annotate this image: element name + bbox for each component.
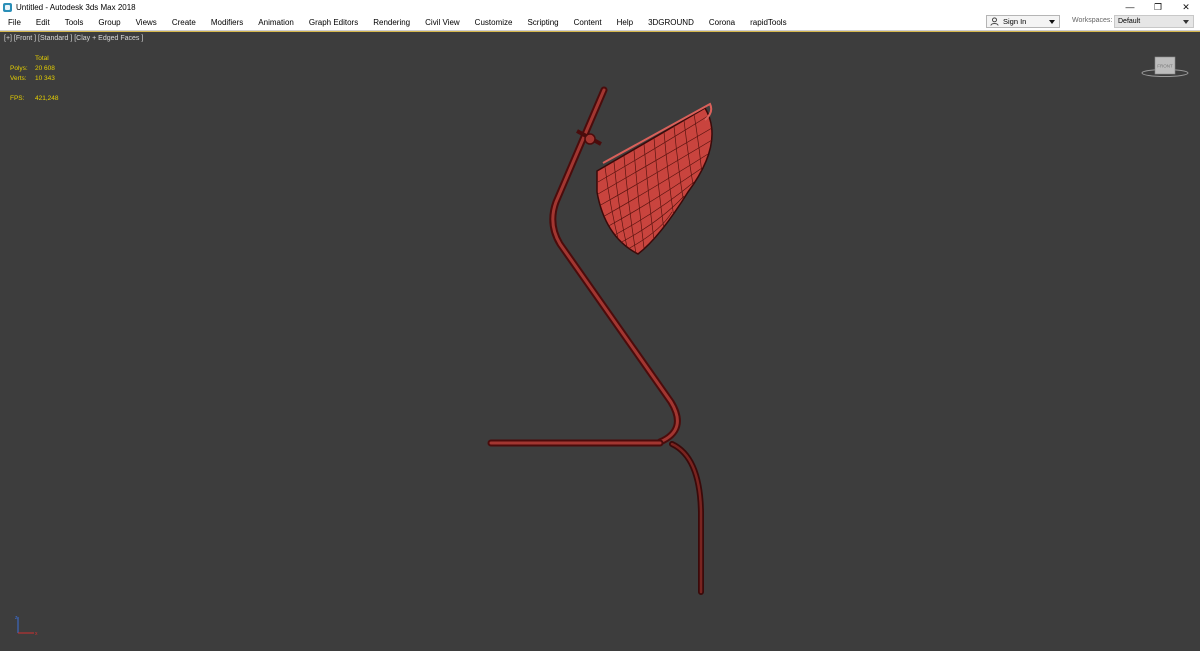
sign-in-dropdown[interactable]: Sign In xyxy=(986,15,1060,28)
axis-gizmo: z x xyxy=(15,615,38,637)
menu-item-corona[interactable]: Corona xyxy=(709,18,735,27)
restore-button[interactable]: ❐ xyxy=(1144,0,1172,14)
menu-item-create[interactable]: Create xyxy=(172,18,196,27)
menu-item-tools[interactable]: Tools xyxy=(65,18,84,27)
lamp-model[interactable] xyxy=(0,32,1200,651)
menu-items: File Edit Tools Group Views Create Modifiers An… xyxy=(0,14,802,30)
lamp-back-leg-highlight xyxy=(670,442,703,594)
lamp-hinge xyxy=(584,133,596,145)
menu-item-rapidtools[interactable]: rapidTools xyxy=(750,18,786,27)
svg-text:x: x xyxy=(35,631,38,637)
menu-item-group[interactable]: Group xyxy=(98,18,120,27)
menu-item-views[interactable]: Views xyxy=(136,18,157,27)
minimize-button[interactable]: — xyxy=(1116,0,1144,14)
close-button[interactable]: ✕ xyxy=(1172,0,1200,14)
menu-item-civil-view[interactable]: Civil View xyxy=(425,18,460,27)
workspace-select[interactable]: Default xyxy=(1114,15,1194,28)
user-icon xyxy=(990,17,999,26)
window-title: Untitled - Autodesk 3ds Max 2018 xyxy=(16,2,136,12)
menu-item-edit[interactable]: Edit xyxy=(36,18,50,27)
chevron-down-icon xyxy=(1183,20,1189,24)
workspace-value: Default xyxy=(1118,18,1141,25)
sign-in-label: Sign In xyxy=(1003,17,1027,26)
menu-item-animation[interactable]: Animation xyxy=(258,18,294,27)
title-bar: Untitled - Autodesk 3ds Max 2018 — ❐ ✕ xyxy=(0,0,1200,14)
menu-bar: File Edit Tools Group Views Create Modifiers An… xyxy=(0,14,1200,31)
menu-item-scripting[interactable]: Scripting xyxy=(527,18,558,27)
menu-item-customize[interactable]: Customize xyxy=(475,18,513,27)
app-icon xyxy=(3,2,12,12)
menu-item-content[interactable]: Content xyxy=(574,18,602,27)
chevron-down-icon xyxy=(1049,19,1055,24)
menu-item-help[interactable]: Help xyxy=(617,18,633,27)
menu-item-file[interactable]: File xyxy=(8,18,21,27)
lamp-back-leg xyxy=(669,441,704,595)
viewport-front[interactable]: [+] [Front ] [Standard ] [Clay + Edged F… xyxy=(0,31,1200,650)
menu-item-modifiers[interactable]: Modifiers xyxy=(211,18,243,27)
menu-item-graph-editors[interactable]: Graph Editors xyxy=(309,18,358,27)
menu-item-3dground[interactable]: 3DGROUND xyxy=(648,18,694,27)
lamp-shade xyxy=(596,106,713,255)
menu-item-rendering[interactable]: Rendering xyxy=(373,18,410,27)
workspaces-label: Workspaces: xyxy=(1072,17,1113,24)
